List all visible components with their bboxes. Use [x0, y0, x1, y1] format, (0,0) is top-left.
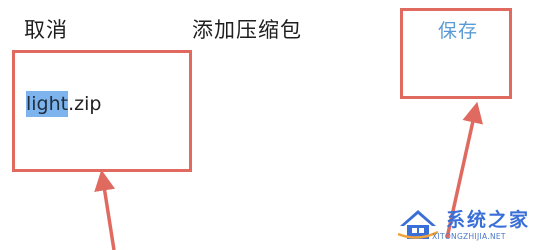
- watermark-brand: 系统之家: [446, 209, 531, 231]
- watermark: 系统之家 XITONGZHIJIA.NET: [392, 200, 554, 250]
- watermark-url: XITONGZHIJIA.NET: [432, 232, 506, 241]
- annotation-arrow-filename: [94, 169, 116, 250]
